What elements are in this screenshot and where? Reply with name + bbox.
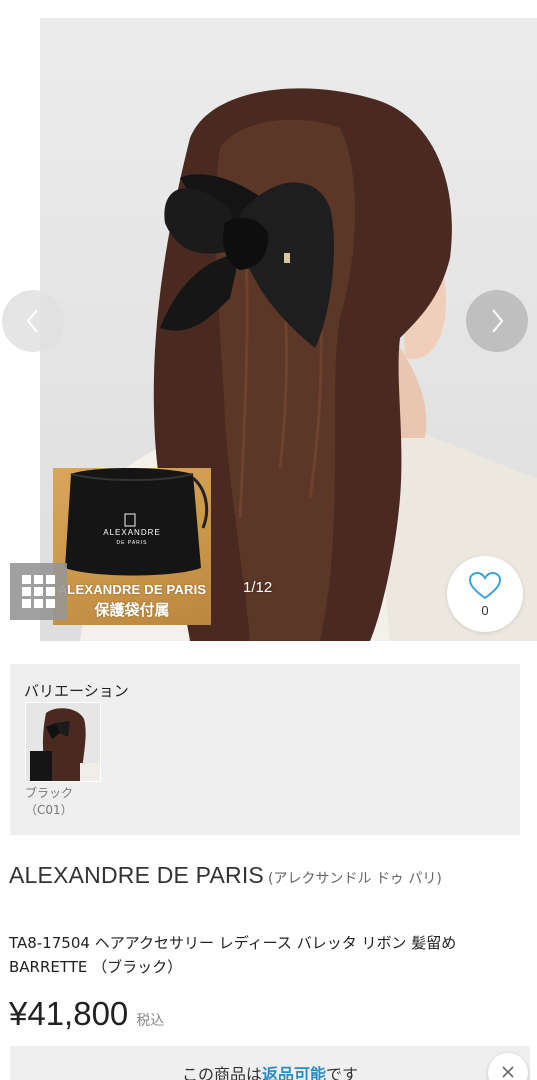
chevron-left-icon [26,309,38,333]
price: ¥41,800 [9,995,129,1032]
promo-subtitle: 保護袋付属 [94,602,170,619]
banner-text-after: です [326,1065,359,1080]
variation-thumbnail-image [26,703,100,781]
return-policy-banner[interactable]: この商品は返品可能です [10,1046,530,1080]
product-image-gallery[interactable]: ALEXANDRE DE PARIS ALEXANDRE DE PARIS 保護… [0,0,537,641]
protective-pouch-promo: ALEXANDRE DE PARIS ALEXANDRE DE PARIS 保護… [53,468,211,625]
chevron-right-icon [492,309,504,333]
previous-image-button[interactable] [2,290,64,352]
banner-highlight: 返品可能 [261,1065,326,1080]
favorite-button[interactable]: 0 [447,556,523,632]
variation-item[interactable]: ブラック（C01） [25,702,105,819]
heart-icon [468,571,502,599]
close-icon [502,1066,514,1078]
brand-kana: (アレクサンドル ドゥ パリ) [267,871,442,887]
variation-label: ブラック（C01） [25,786,74,817]
pouch-logo: ALEXANDRE [103,528,161,537]
pouch-logo-sub: DE PARIS [116,540,148,546]
image-counter: 1/12 [243,579,273,596]
variation-thumbnail[interactable] [25,702,101,782]
banner-text-before: この商品は [181,1065,262,1080]
tax-label: 税込 [136,1013,165,1029]
price-row: ¥41,800 税込 [9,995,164,1033]
product-name: TA8-17504 ヘアアクセサリー レディース バレッタ リボン 髪留め BA… [9,934,457,976]
variation-title: バリエーション [24,682,129,700]
favorite-count: 0 [481,602,489,618]
thumbnail-grid-button[interactable] [10,563,67,620]
promo-brand: ALEXANDRE DE PARIS [57,582,207,597]
brand-name[interactable]: ALEXANDRE DE PARIS [9,862,264,888]
next-image-button[interactable] [466,290,528,352]
grid-icon [22,575,55,608]
variation-panel: バリエーション ブラック（C01） [10,664,520,835]
brand-line: ALEXANDRE DE PARIS (アレクサンドル ドゥ パリ) [9,862,524,892]
